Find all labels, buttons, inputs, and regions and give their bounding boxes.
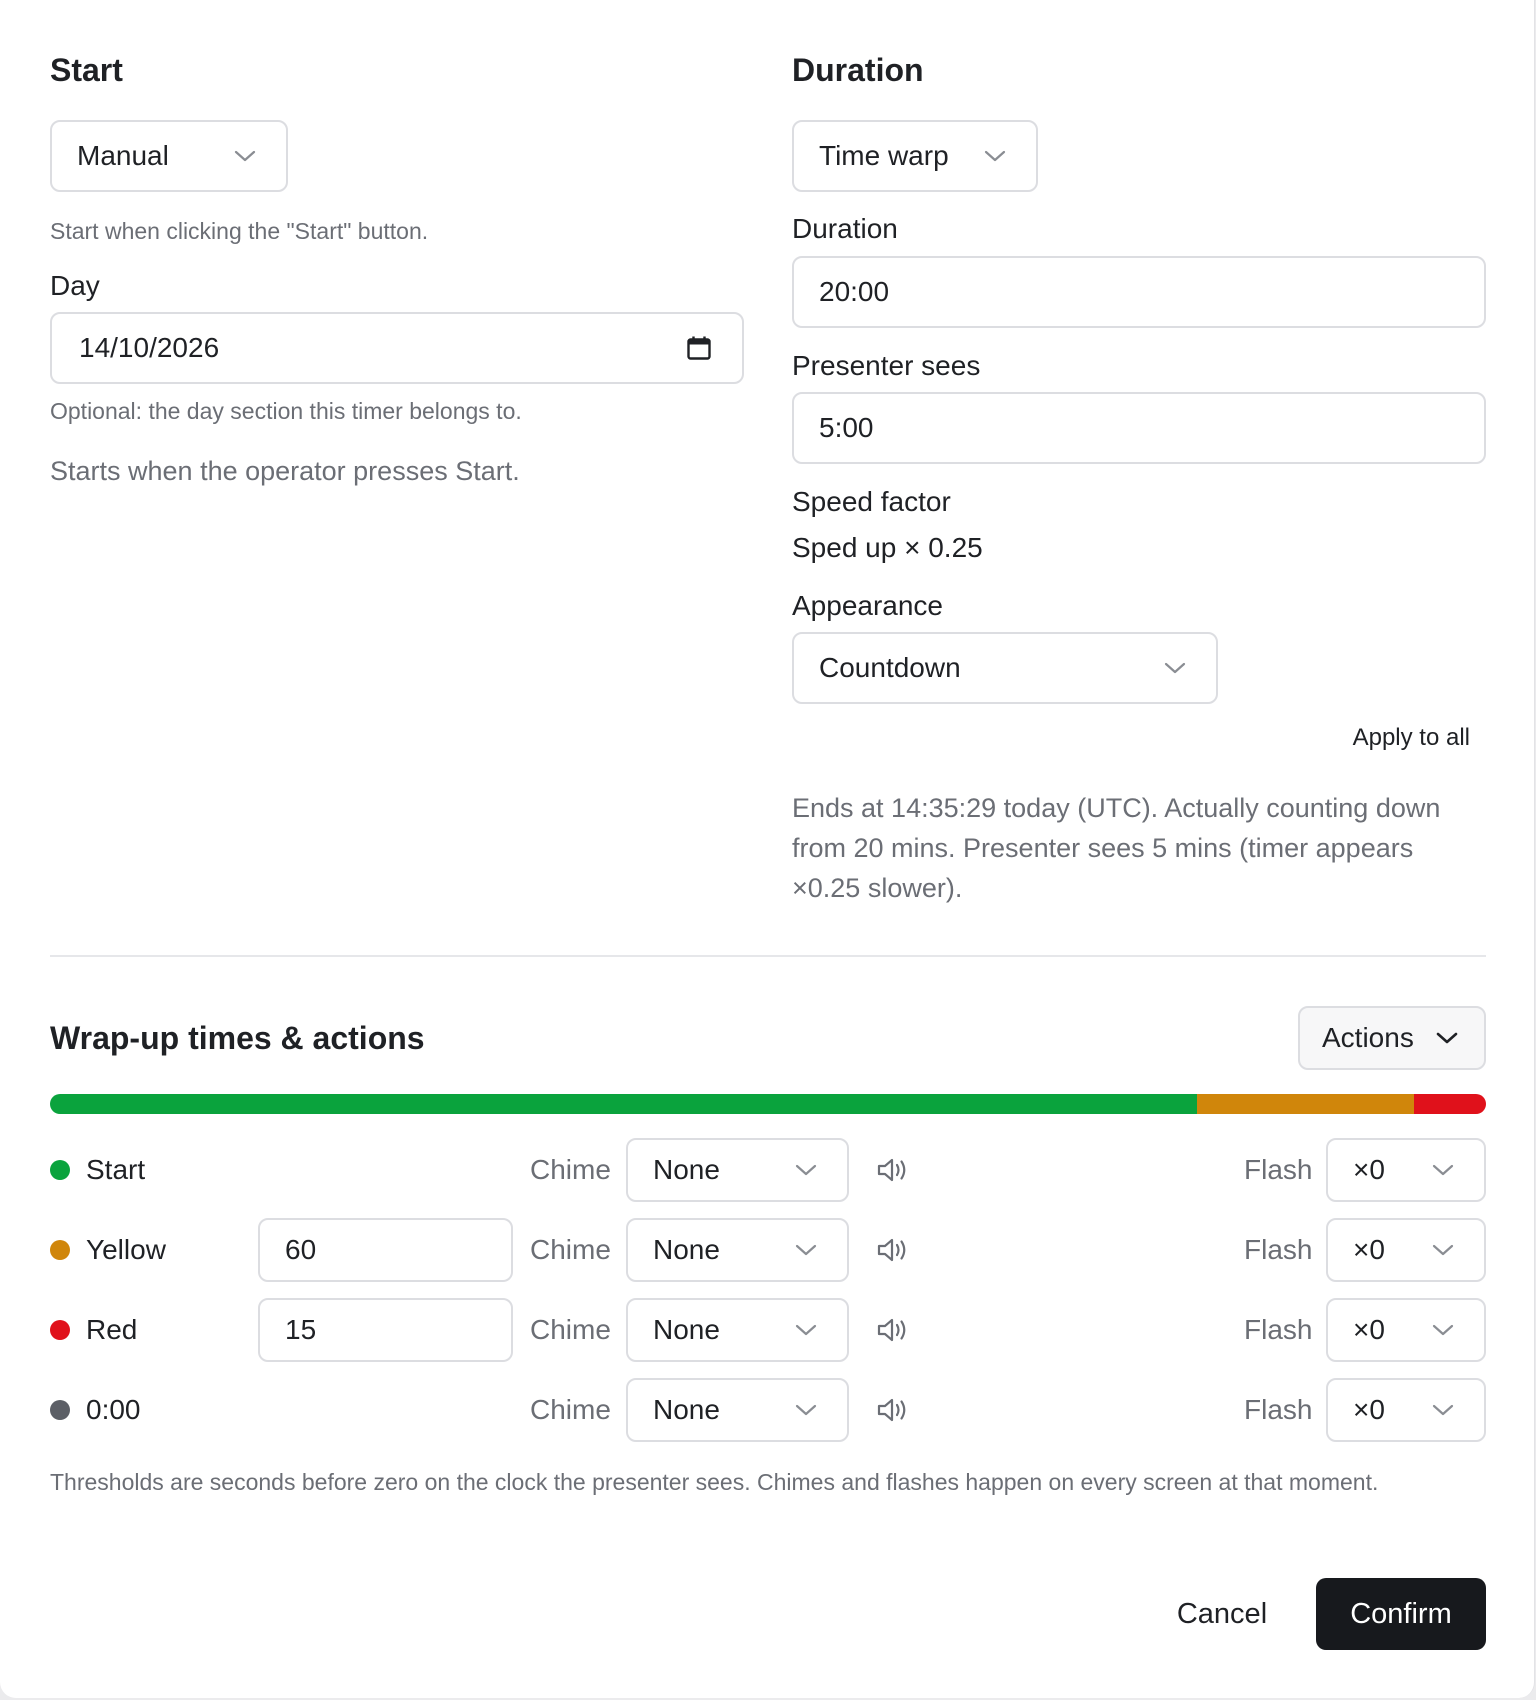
duration-label: Duration [792, 213, 898, 244]
start-mode-select[interactable]: Manual [50, 120, 288, 192]
appearance-label: Appearance [792, 590, 944, 621]
preview-chime-button[interactable] [876, 1315, 910, 1350]
speaker-icon[interactable] [876, 1315, 910, 1345]
flash-select[interactable]: ×0 [1326, 1138, 1486, 1202]
chevron-down-icon [1432, 1324, 1454, 1336]
status-dot [50, 1400, 70, 1420]
wrapup-timeline-bar [50, 1094, 1486, 1114]
confirm-button[interactable]: Confirm [1316, 1578, 1486, 1650]
flash-value: ×0 [1353, 1234, 1385, 1265]
speaker-icon[interactable] [876, 1155, 910, 1185]
timeline-segment [1414, 1094, 1486, 1114]
duration-summary: Ends at 14:35:29 today (UTC). Actually c… [792, 793, 1441, 903]
day-help: Optional: the day section this timer bel… [50, 398, 522, 424]
threshold-input[interactable]: 15 [258, 1298, 513, 1362]
threshold-value: 60 [285, 1234, 317, 1265]
chevron-down-icon [1432, 1164, 1454, 1176]
wrapup-row-label: Red [86, 1314, 138, 1345]
chime-label: Chime [530, 1394, 611, 1425]
duration-mode-select[interactable]: Time warp [792, 120, 1038, 192]
speed-factor-label: Speed factor [792, 486, 951, 517]
calendar-icon[interactable] [686, 335, 712, 361]
flash-value: ×0 [1353, 1314, 1385, 1345]
speaker-icon[interactable] [876, 1395, 910, 1425]
chevron-down-icon [1164, 662, 1186, 674]
chime-value: None [653, 1234, 720, 1265]
duration-mode-value: Time warp [819, 140, 949, 171]
chevron-down-icon [795, 1404, 817, 1416]
chevron-down-icon [795, 1164, 817, 1176]
chime-label: Chime [530, 1314, 611, 1345]
chevron-down-icon [795, 1324, 817, 1336]
start-help: Start when clicking the "Start" button. [50, 218, 429, 244]
chevron-down-icon [1436, 1032, 1458, 1044]
flash-label: Flash [1244, 1154, 1313, 1185]
flash-value: ×0 [1353, 1394, 1385, 1425]
start-mode-value: Manual [77, 140, 169, 171]
duration-input-value: 20:00 [819, 276, 890, 307]
preview-chime-button[interactable] [876, 1395, 910, 1430]
status-dot [50, 1160, 70, 1180]
chime-label: Chime [530, 1154, 611, 1185]
duration-heading: Duration [792, 52, 924, 88]
wrapup-heading: Wrap-up times & actions [50, 1020, 425, 1056]
speed-factor-value: Sped up × 0.25 [792, 532, 983, 563]
chime-select[interactable]: None [626, 1378, 849, 1442]
wrapup-row-label: Start [86, 1154, 146, 1185]
status-dot [50, 1320, 70, 1340]
cancel-button[interactable]: Cancel [1160, 1578, 1284, 1650]
presenter-sees-label: Presenter sees [792, 350, 981, 381]
flash-value: ×0 [1353, 1154, 1385, 1185]
preview-chime-button[interactable] [876, 1155, 910, 1190]
actions-label: Actions [1322, 1022, 1414, 1053]
chevron-down-icon [234, 150, 256, 162]
timeline-segment [50, 1094, 1198, 1114]
section-divider [50, 955, 1486, 957]
day-date-value: 14/10/2026 [79, 332, 220, 363]
flash-select[interactable]: ×0 [1326, 1378, 1486, 1442]
chime-value: None [653, 1394, 720, 1425]
chevron-down-icon [984, 150, 1006, 162]
appearance-select[interactable]: Countdown [792, 632, 1218, 704]
wrapup-row-label: Yellow [86, 1234, 166, 1265]
day-label: Day [50, 270, 100, 301]
chevron-down-icon [1432, 1244, 1454, 1256]
threshold-value: 15 [285, 1314, 317, 1345]
apply-to-all-button[interactable]: Apply to all [1300, 724, 1470, 752]
chime-value: None [653, 1154, 720, 1185]
presenter-sees-input[interactable]: 5:00 [792, 392, 1486, 464]
timeline-segment [1197, 1094, 1415, 1114]
chime-value: None [653, 1314, 720, 1345]
speaker-icon[interactable] [876, 1235, 910, 1265]
flash-label: Flash [1244, 1234, 1313, 1265]
flash-select[interactable]: ×0 [1326, 1298, 1486, 1362]
chevron-down-icon [795, 1244, 817, 1256]
chime-select[interactable]: None [626, 1298, 849, 1362]
chime-select[interactable]: None [626, 1138, 849, 1202]
threshold-input[interactable]: 60 [258, 1218, 513, 1282]
wrapup-help: Thresholds are seconds before zero on th… [50, 1469, 1379, 1495]
status-dot [50, 1240, 70, 1260]
preview-chime-button[interactable] [876, 1235, 910, 1270]
appearance-value: Countdown [819, 652, 961, 683]
flash-label: Flash [1244, 1314, 1313, 1345]
chime-label: Chime [530, 1234, 611, 1265]
timer-settings-panel: Start Manual Start when clicking the "St… [0, 0, 1535, 1698]
day-date-input[interactable]: 14/10/2026 [50, 312, 744, 384]
flash-select[interactable]: ×0 [1326, 1218, 1486, 1282]
wrapup-row-label: 0:00 [86, 1394, 141, 1425]
start-heading: Start [50, 52, 123, 88]
chevron-down-icon [1432, 1404, 1454, 1416]
actions-dropdown-button[interactable]: Actions [1298, 1006, 1486, 1070]
presenter-sees-value: 5:00 [819, 412, 874, 443]
chime-select[interactable]: None [626, 1218, 849, 1282]
duration-input[interactable]: 20:00 [792, 256, 1486, 328]
start-summary: Starts when the operator presses Start. [50, 456, 520, 486]
flash-label: Flash [1244, 1394, 1313, 1425]
